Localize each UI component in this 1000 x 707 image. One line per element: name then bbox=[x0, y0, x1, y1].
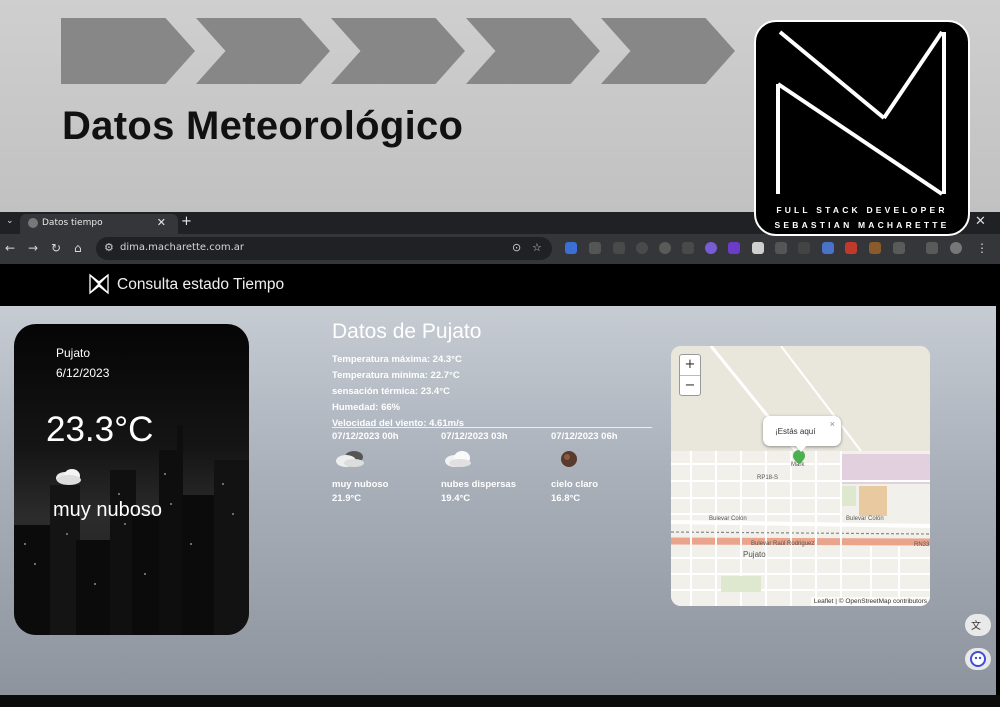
current-weather-card: Pujato 6/12/2023 23.3°C muy nuboso bbox=[14, 324, 249, 635]
bookmark-star-icon[interactable]: ☆ bbox=[532, 241, 542, 254]
site-info-icon[interactable]: ⚙ bbox=[104, 241, 114, 254]
menu-kebab-icon[interactable]: ⋮ bbox=[976, 241, 988, 255]
extension-icon[interactable] bbox=[869, 242, 881, 254]
reload-icon[interactable]: ↻ bbox=[51, 241, 61, 255]
extension-icon[interactable] bbox=[589, 242, 601, 254]
site-header: Consulta estado Tiempo bbox=[0, 264, 1000, 306]
forecast-description: nubes dispersas bbox=[441, 479, 516, 490]
extension-icon[interactable] bbox=[775, 242, 787, 254]
location-icon[interactable]: ⊙ bbox=[512, 241, 521, 254]
site-logo-icon bbox=[89, 273, 109, 295]
extensions-puzzle-icon[interactable] bbox=[893, 242, 905, 254]
browser-toolbar: ← → ↻ ⌂ ⚙ dima.macharette.com.ar ⊙ ☆ ⋮ bbox=[0, 234, 1000, 264]
extension-icon[interactable] bbox=[613, 242, 625, 254]
extension-icon[interactable] bbox=[798, 242, 810, 254]
map-label: RP18-S bbox=[757, 475, 779, 481]
close-window-icon[interactable]: ✕ bbox=[975, 214, 986, 229]
map-popup: ¡Estás aquí × bbox=[763, 416, 841, 446]
stat-wind-speed: Velocidad del viento: 4.61m/s bbox=[332, 418, 464, 429]
chevron-arrow bbox=[196, 18, 330, 84]
browser-window: ⌄ Datos tiempo ✕ + ✕ ← → ↻ ⌂ ⚙ dima.mach… bbox=[0, 212, 1000, 707]
developer-logo: FULL STACK DEVELOPER SEBASTIAN MACHARETT… bbox=[754, 20, 970, 236]
page-bottom bbox=[0, 695, 1000, 707]
close-tab-icon[interactable]: ✕ bbox=[157, 216, 166, 229]
current-date: 6/12/2023 bbox=[56, 366, 110, 380]
stat-humidity: Humedad: 66% bbox=[332, 402, 401, 413]
assistant-glyph bbox=[970, 651, 986, 667]
popup-text: ¡Estás aquí bbox=[775, 427, 816, 436]
forward-icon[interactable]: → bbox=[28, 241, 38, 255]
svg-text:文: 文 bbox=[971, 619, 981, 632]
popup-tip bbox=[795, 445, 807, 452]
map-label: Bulevar Colón bbox=[846, 516, 884, 522]
map-town-label: Pujato bbox=[743, 550, 766, 559]
translate-glyph: 文 bbox=[971, 619, 981, 632]
current-temperature: 23.3°C bbox=[46, 410, 154, 449]
cloudy-icon bbox=[336, 451, 364, 467]
current-description: muy nuboso bbox=[53, 499, 162, 521]
map-label: RN33 bbox=[914, 542, 930, 548]
monogram-icon bbox=[776, 30, 946, 196]
map-label: Bulevar Raúl Rodriguez bbox=[751, 541, 815, 547]
chevron-arrow bbox=[601, 18, 735, 84]
profile-avatar[interactable] bbox=[950, 242, 962, 254]
new-tab-icon[interactable]: + bbox=[181, 214, 192, 229]
forecast-temp: 16.8°C bbox=[551, 493, 581, 504]
assistant-icon[interactable] bbox=[965, 648, 991, 670]
chevron-arrow bbox=[61, 18, 195, 84]
browser-tab[interactable]: Datos tiempo ✕ bbox=[20, 214, 178, 234]
forecast-time: 07/12/2023 00h bbox=[332, 431, 399, 442]
logo-name: SEBASTIAN MACHARETTE bbox=[774, 220, 950, 230]
side-panel-icon[interactable] bbox=[926, 242, 938, 254]
extension-icon[interactable] bbox=[636, 242, 648, 254]
map-label: Bulevar Colón bbox=[709, 516, 747, 522]
zoom-out-button[interactable]: − bbox=[680, 376, 700, 396]
clear-sky-icon bbox=[561, 451, 577, 467]
location-map[interactable]: RP18-S Bulevar Colón Bulevar Colón Bulev… bbox=[671, 346, 930, 606]
banner-title: Datos Meteorológico bbox=[62, 104, 464, 148]
translate-icon[interactable]: 文 bbox=[965, 614, 991, 636]
extension-icon[interactable] bbox=[845, 242, 857, 254]
forecast-time: 07/12/2023 06h bbox=[551, 431, 618, 442]
url-text: dima.macharette.com.ar bbox=[120, 242, 244, 253]
stats-divider bbox=[332, 427, 652, 428]
popup-close-icon[interactable]: × bbox=[830, 419, 835, 429]
zoom-in-button[interactable]: + bbox=[680, 355, 700, 376]
chevron-arrow bbox=[466, 18, 600, 84]
forecast-time: 07/12/2023 03h bbox=[441, 431, 508, 442]
tab-search-icon[interactable]: ⌄ bbox=[6, 216, 14, 226]
forecast-temp: 21.9°C bbox=[332, 493, 362, 504]
map-tiles bbox=[671, 346, 930, 606]
extension-icon[interactable] bbox=[752, 242, 764, 254]
cloud-icon bbox=[56, 469, 81, 485]
extension-icon[interactable] bbox=[682, 242, 694, 254]
tab-title: Datos tiempo bbox=[42, 218, 103, 228]
map-attribution[interactable]: Leaflet | © OpenStreetMap contributors bbox=[810, 597, 930, 606]
extension-icon[interactable] bbox=[659, 242, 671, 254]
city-name: Pujato bbox=[56, 346, 91, 360]
extension-icon[interactable] bbox=[728, 242, 740, 254]
details-title: Datos de Pujato bbox=[332, 320, 482, 343]
back-icon[interactable]: ← bbox=[5, 241, 15, 255]
zoom-control: + − bbox=[679, 354, 701, 396]
stat-max-temp: Temperatura máxima: 24.3°C bbox=[332, 354, 462, 365]
stat-min-temp: Temperatura mínima: 22.7°C bbox=[332, 370, 460, 381]
address-bar[interactable]: ⚙ dima.macharette.com.ar ⊙ ☆ bbox=[96, 237, 552, 260]
extension-icon[interactable] bbox=[705, 242, 717, 254]
chevron-arrow bbox=[331, 18, 465, 84]
extension-icon[interactable] bbox=[822, 242, 834, 254]
scattered-clouds-icon bbox=[445, 451, 471, 467]
forecast-description: cielo claro bbox=[551, 479, 598, 490]
forecast-description: muy nuboso bbox=[332, 479, 389, 490]
extension-icon[interactable] bbox=[565, 242, 577, 254]
logo-tagline: FULL STACK DEVELOPER bbox=[776, 205, 948, 215]
map-marker-icon[interactable] bbox=[793, 450, 805, 464]
weather-content: Pujato 6/12/2023 23.3°C muy nuboso Datos… bbox=[0, 306, 996, 695]
weather-stats: Temperatura máxima: 24.3°C Temperatura m… bbox=[332, 352, 464, 432]
site-title: Consulta estado Tiempo bbox=[117, 276, 285, 293]
favicon-icon bbox=[28, 218, 38, 228]
forecast-temp: 19.4°C bbox=[441, 493, 471, 504]
home-icon[interactable]: ⌂ bbox=[74, 241, 82, 255]
stat-feels-like: sensación térmica: 23.4°C bbox=[332, 386, 450, 397]
